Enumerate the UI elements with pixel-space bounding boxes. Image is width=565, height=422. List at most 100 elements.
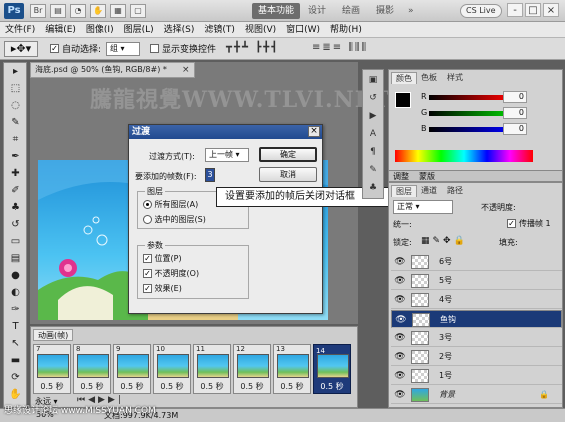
layer-row[interactable]: 👁 5号 (391, 272, 562, 290)
close-button[interactable]: × (543, 3, 559, 17)
tab-color[interactable]: 颜色 (391, 72, 417, 84)
eye-icon[interactable]: 👁 (394, 389, 406, 401)
history-panel-icon[interactable]: ↺ (366, 92, 380, 104)
pen-tool-icon[interactable]: ✑ (6, 303, 25, 317)
clone-stamp-tool-icon[interactable]: ♣ (6, 201, 25, 215)
document-tab-close-icon[interactable]: × (182, 65, 190, 75)
maximize-button[interactable]: □ (525, 3, 541, 17)
layer-row[interactable]: 👁 2号 (391, 348, 562, 366)
show-transform-checkbox[interactable] (150, 44, 159, 53)
clone-source-panel-icon[interactable]: ♣ (366, 182, 380, 194)
menu-select[interactable]: 选择(S) (159, 22, 200, 37)
frame-12[interactable]: 12 0.5 秒 (233, 344, 271, 394)
arrange-documents-icon[interactable]: ▦ (110, 4, 126, 18)
cancel-button[interactable]: 取消 (259, 167, 317, 182)
blue-slider[interactable] (429, 127, 511, 132)
tab-adjustments[interactable]: 调整 (393, 171, 409, 182)
screen-mode-icon[interactable]: ▢ (130, 4, 146, 18)
tab-styles[interactable]: 样式 (443, 72, 467, 84)
frame-duration[interactable]: 0.5 秒 (114, 381, 150, 392)
crop-tool-icon[interactable]: ⌗ (6, 133, 25, 147)
eye-icon[interactable]: 👁 (394, 351, 406, 363)
frame-9[interactable]: 9 0.5 秒 (113, 344, 151, 394)
color-spectrum-bar[interactable] (395, 150, 533, 162)
frame-duration[interactable]: 0.5 秒 (314, 381, 350, 393)
zoom-level-icon[interactable]: ◔ (70, 4, 86, 18)
hand-tool-icon[interactable]: ✋ (6, 388, 25, 402)
tool-preset-picker[interactable]: ▸✥▾ (4, 41, 38, 57)
gradient-tool-icon[interactable]: ▤ (6, 252, 25, 266)
actions-panel-icon[interactable]: ▶ (366, 110, 380, 122)
frame-duration[interactable]: 0.5 秒 (74, 381, 110, 392)
quick-select-tool-icon[interactable]: ✎ (6, 116, 25, 130)
frame-14[interactable]: 14 0.5 秒 (313, 344, 351, 394)
move-tool-icon[interactable]: ▸ (6, 65, 25, 79)
layer-row[interactable]: 👁 4号 (391, 291, 562, 309)
frame-duration[interactable]: 0.5 秒 (34, 381, 70, 392)
eye-icon[interactable]: 👁 (394, 275, 406, 287)
layer-row[interactable]: 👁 6号 (391, 253, 562, 271)
frame-duration[interactable]: 0.5 秒 (194, 381, 230, 392)
workspace-essentials[interactable]: 基本功能 (252, 3, 301, 19)
blur-tool-icon[interactable]: ● (6, 269, 25, 283)
animation-tab[interactable]: 动画(帧) (33, 329, 74, 341)
cs-live-button[interactable]: CS Live (460, 4, 502, 18)
eye-icon[interactable]: 👁 (395, 314, 407, 326)
tab-swatches[interactable]: 色板 (417, 72, 441, 84)
workspace-photography[interactable]: 摄影 (370, 3, 400, 19)
align-buttons[interactable]: ┳╋┻ ┣╋┫ (226, 42, 279, 56)
lasso-tool-icon[interactable]: ◌ (6, 99, 25, 113)
method-dropdown[interactable]: 上一帧 ▾ (205, 148, 249, 162)
workspace-design[interactable]: 设计 (302, 3, 332, 19)
menu-filter[interactable]: 滤镜(T) (199, 22, 240, 37)
eraser-tool-icon[interactable]: ▭ (6, 235, 25, 249)
eye-icon[interactable]: 👁 (394, 256, 406, 268)
menu-window[interactable]: 窗口(W) (281, 22, 325, 37)
brush-panel-icon[interactable]: ✎ (366, 164, 380, 176)
position-option[interactable]: 位置(P) (143, 253, 182, 264)
menu-help[interactable]: 帮助(H) (325, 22, 367, 37)
red-value[interactable]: 0 (503, 91, 527, 103)
character-panel-icon[interactable]: A (366, 128, 380, 140)
menu-file[interactable]: 文件(F) (0, 22, 40, 37)
auto-select-checkbox[interactable] (50, 44, 59, 53)
propagate-frame-checkbox[interactable] (507, 219, 516, 228)
selected-layers-radio[interactable] (143, 215, 152, 224)
layer-row-selected[interactable]: 👁 鱼钩 (391, 310, 562, 328)
frames-input[interactable]: 3 (205, 168, 215, 182)
frame-8[interactable]: 8 0.5 秒 (73, 344, 111, 394)
effects-option[interactable]: 效果(E) (143, 283, 182, 294)
layer-row[interactable]: 👁 1号 (391, 367, 562, 385)
lock-icons[interactable]: ▦✎✥🔒 (421, 236, 468, 246)
mini-bridge-icon[interactable]: ▤ (50, 4, 66, 18)
menu-edit[interactable]: 编辑(E) (40, 22, 81, 37)
document-tab[interactable]: 海底.psd @ 50% (鱼钩, RGB/8#) * (30, 62, 195, 78)
all-layers-option[interactable]: 所有图层(A) (143, 199, 198, 210)
frame-duration[interactable]: 0.5 秒 (234, 381, 270, 392)
frame-11[interactable]: 11 0.5 秒 (193, 344, 231, 394)
frame-10[interactable]: 10 0.5 秒 (153, 344, 191, 394)
blue-value[interactable]: 0 (503, 123, 527, 135)
tab-paths[interactable]: 路径 (443, 185, 467, 197)
healing-brush-tool-icon[interactable]: ✚ (6, 167, 25, 181)
frame-duration[interactable]: 0.5 秒 (274, 381, 310, 392)
tab-channels[interactable]: 通道 (417, 185, 441, 197)
shape-tool-icon[interactable]: ▬ (6, 354, 25, 368)
eye-icon[interactable]: 👁 (394, 332, 406, 344)
mini-bridge-panel-icon[interactable]: ▣ (366, 74, 380, 86)
eyedropper-tool-icon[interactable]: ✒ (6, 150, 25, 164)
workspace-painting[interactable]: 绘画 (336, 3, 366, 19)
menu-view[interactable]: 视图(V) (240, 22, 281, 37)
auto-select-dropdown[interactable]: 组 ▾ (106, 42, 140, 56)
hand-icon[interactable]: ✋ (90, 4, 106, 18)
effects-checkbox[interactable] (143, 284, 152, 293)
position-checkbox[interactable] (143, 254, 152, 263)
path-select-tool-icon[interactable]: ↖ (6, 337, 25, 351)
green-slider[interactable] (429, 111, 511, 116)
tab-layers[interactable]: 图层 (391, 185, 417, 197)
frame-duration[interactable]: 0.5 秒 (154, 381, 190, 392)
eye-icon[interactable]: 👁 (394, 294, 406, 306)
3d-rotate-tool-icon[interactable]: ⟳ (6, 371, 25, 385)
layer-row-background[interactable]: 👁 背景 🔒 (391, 386, 562, 404)
green-value[interactable]: 0 (503, 107, 527, 119)
